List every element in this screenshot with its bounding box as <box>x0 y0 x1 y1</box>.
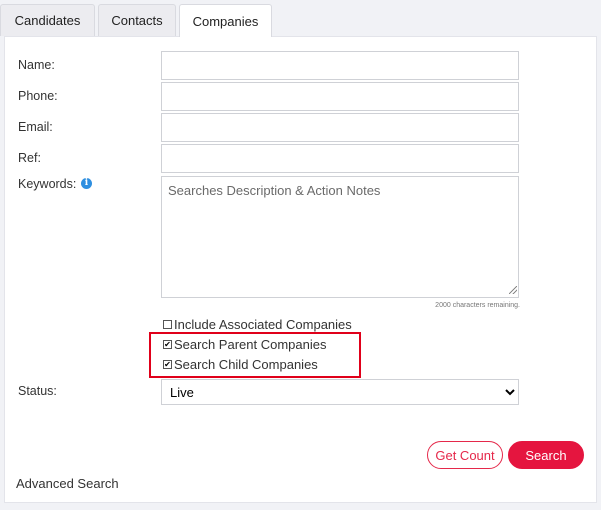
name-label: Name: <box>18 58 55 72</box>
status-select[interactable]: Live <box>161 379 519 405</box>
status-label: Status: <box>18 384 57 398</box>
tab-contacts[interactable]: Contacts <box>98 4 176 36</box>
advanced-search-link[interactable]: Advanced Search <box>16 476 119 491</box>
include-associated-row[interactable]: Include Associated Companies <box>163 317 352 332</box>
ref-label: Ref: <box>18 151 41 165</box>
phone-input[interactable] <box>161 82 519 111</box>
search-button[interactable]: Search <box>508 441 584 469</box>
get-count-button[interactable]: Get Count <box>427 441 503 469</box>
phone-label: Phone: <box>18 89 58 103</box>
chars-remaining-text: 2000 characters remaining. <box>435 302 520 309</box>
include-associated-checkbox[interactable] <box>163 320 172 329</box>
info-icon[interactable]: i <box>81 178 92 189</box>
email-label: Email: <box>18 120 53 134</box>
search-panel: Name: Phone: Email: Ref: Keywords: i 200… <box>4 36 597 503</box>
resize-handle-icon[interactable] <box>509 286 517 294</box>
tab-candidates[interactable]: Candidates <box>0 4 95 36</box>
name-input[interactable] <box>161 51 519 80</box>
highlight-box <box>149 332 361 378</box>
include-associated-label: Include Associated Companies <box>174 317 352 332</box>
keywords-label: Keywords: <box>18 177 77 191</box>
tab-companies[interactable]: Companies <box>179 4 272 37</box>
ref-input[interactable] <box>161 144 519 173</box>
email-input[interactable] <box>161 113 519 142</box>
keywords-textarea[interactable] <box>161 176 519 298</box>
